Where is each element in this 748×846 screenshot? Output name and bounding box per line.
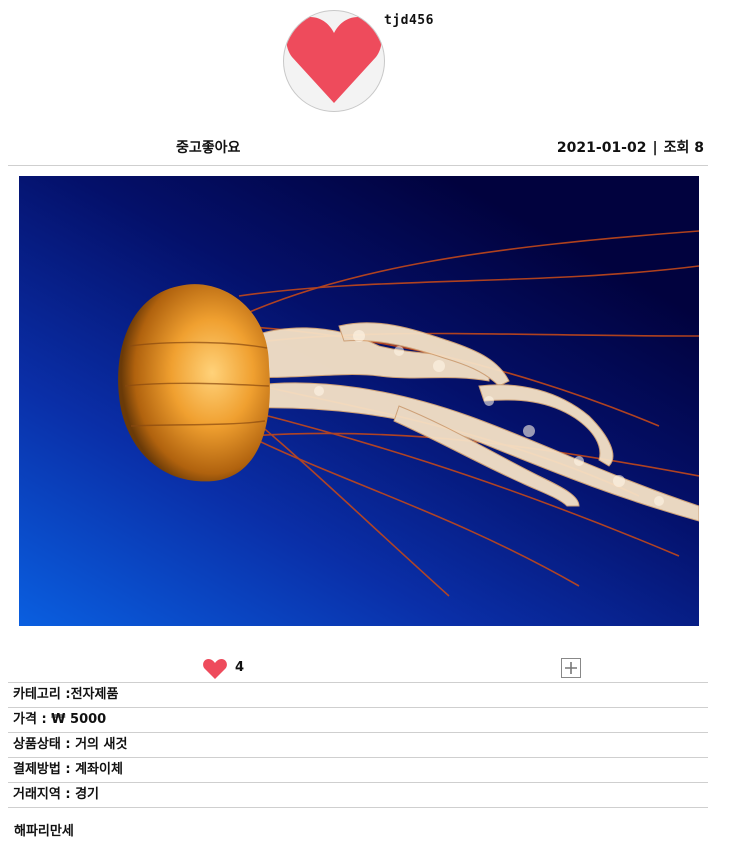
like-button[interactable]: [202, 658, 228, 680]
post-meta: 2021-01-02 | 조회 8: [557, 137, 704, 157]
like-count: 4: [235, 660, 245, 675]
heart-icon: [286, 17, 382, 103]
actions-row: 4: [8, 655, 708, 683]
username[interactable]: tjd456: [384, 13, 434, 28]
post-description: 해파리만세: [14, 824, 74, 839]
post-title: 중고좋아요: [176, 140, 241, 156]
detail-payment: 결제방법 : 계좌이체: [8, 758, 708, 783]
plus-icon: [565, 662, 577, 674]
detail-price: 가격 : ₩ 5000: [8, 708, 708, 733]
detail-region: 거래지역 : 경기: [8, 783, 708, 808]
product-details: 카테고리 :전자제품 가격 : ₩ 5000 상품상태 : 거의 새것 결제방법…: [8, 683, 708, 808]
product-image: [19, 176, 699, 626]
detail-condition: 상품상태 : 거의 새것: [8, 733, 708, 758]
views-count: 8: [694, 140, 704, 156]
views-label: 조회: [663, 140, 690, 156]
add-button[interactable]: [561, 658, 581, 678]
post-date: 2021-01-02: [556, 140, 647, 156]
detail-category: 카테고리 :전자제품: [8, 683, 708, 708]
post-header: 중고좋아요 2021-01-02 | 조회 8: [8, 132, 708, 166]
avatar[interactable]: [283, 10, 385, 112]
meta-separator: |: [652, 140, 658, 156]
heart-icon: [203, 659, 227, 679]
